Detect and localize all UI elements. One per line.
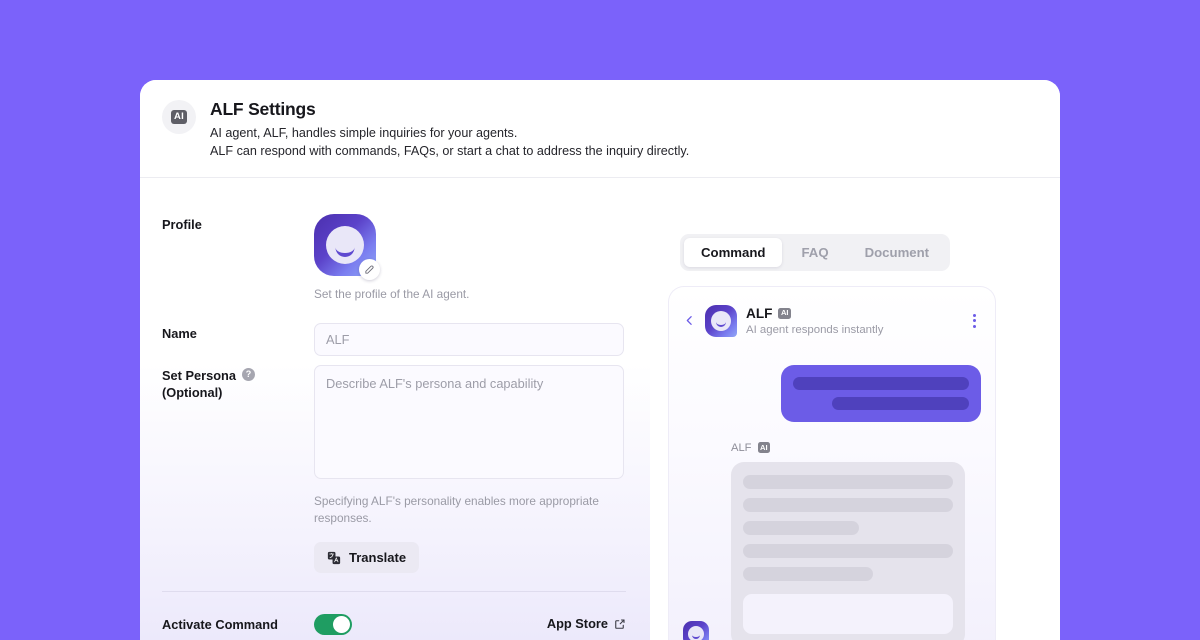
tab-document[interactable]: Document <box>848 238 946 267</box>
help-question-icon[interactable]: ? <box>241 367 255 381</box>
agent-message-bubble <box>731 461 965 640</box>
window-header: AI ALF Settings AI agent, ALF, handles s… <box>140 80 1060 178</box>
user-message-bubble <box>781 364 981 422</box>
edit-pencil-icon[interactable] <box>359 258 380 280</box>
ai-badge-icon: AI <box>778 307 792 319</box>
skeleton-line <box>743 520 859 535</box>
window-body: Profile Set the profile of the AI agent. <box>140 177 1060 640</box>
alf-settings-window: AI ALF Settings AI agent, ALF, handles s… <box>140 80 1060 640</box>
persona-label: Set Persona (Optional) ? <box>162 365 314 573</box>
settings-form-column: Profile Set the profile of the AI agent. <box>140 177 650 640</box>
toggle-switch-icon[interactable] <box>314 614 352 636</box>
profile-hint: Set the profile of the AI agent. <box>314 286 470 301</box>
tab-command[interactable]: Command <box>684 237 783 267</box>
persona-label-line-2: (Optional) <box>162 385 223 401</box>
ai-badge-icon: AI <box>162 100 196 134</box>
persona-textarea[interactable] <box>314 364 624 479</box>
skeleton-line <box>743 497 953 512</box>
name-row: Name <box>140 322 650 356</box>
activate-command-label: Activate Command <box>162 617 278 633</box>
skeleton-line <box>743 566 874 581</box>
skeleton-line <box>743 543 953 558</box>
chat-header: ALF AI AI agent responds instantly <box>669 287 995 351</box>
persona-row: Set Persona (Optional) ? Specifying ALF'… <box>140 364 650 574</box>
chat-agent-name: ALF <box>746 305 773 321</box>
chat-agent-subtitle: AI agent responds instantly <box>746 323 884 336</box>
profile-row: Profile Set the profile of the AI agent. <box>140 213 650 301</box>
page-subtitle-line-2: ALF can respond with commands, FAQs, or … <box>210 143 690 158</box>
agent-message-inner-card <box>743 593 953 634</box>
name-label: Name <box>162 325 197 341</box>
chevron-left-icon[interactable] <box>683 314 696 327</box>
chat-preview-card: ALF AI AI agent responds instantly ALF A… <box>668 285 996 640</box>
activate-command-row: Activate Command App Store <box>140 614 650 636</box>
preview-tabs: Command FAQ Document <box>680 233 951 271</box>
form-divider <box>162 591 626 593</box>
external-link-icon <box>614 618 626 630</box>
app-store-link[interactable]: App Store <box>547 616 626 631</box>
ai-badge-label: AI <box>171 110 187 124</box>
agent-label-name: ALF <box>731 441 752 454</box>
alf-avatar-icon <box>683 620 709 640</box>
page-subtitle-line-1: AI agent, ALF, handles simple inquiries … <box>210 126 518 140</box>
name-input[interactable] <box>314 322 624 356</box>
profile-label: Profile <box>162 216 202 232</box>
skeleton-line <box>743 474 953 489</box>
app-store-label: App Store <box>546 616 608 632</box>
kebab-menu-icon[interactable] <box>970 311 979 331</box>
tab-faq[interactable]: FAQ <box>784 238 845 267</box>
persona-label-line-1: Set Persona <box>162 367 236 383</box>
chat-message-stream: ALF AI <box>669 351 995 640</box>
agent-message-label: ALF AI <box>731 442 981 454</box>
ai-badge-icon: AI <box>757 442 771 454</box>
skeleton-line <box>831 396 969 410</box>
alf-avatar-icon <box>705 304 737 337</box>
translate-button[interactable]: Translate <box>314 542 420 574</box>
preview-column: Command FAQ Document ALF AI AI agent res… <box>650 177 1060 640</box>
skeleton-line <box>793 376 969 390</box>
translate-icon <box>327 551 341 565</box>
persona-hint: Specifying ALF's personality enables mor… <box>314 493 599 526</box>
translate-button-label: Translate <box>349 550 407 566</box>
page-title: ALF Settings <box>210 99 316 119</box>
